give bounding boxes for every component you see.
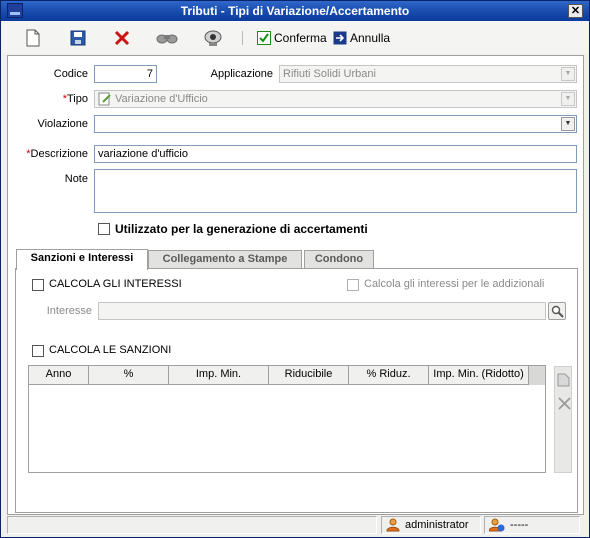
descrizione-field[interactable]: variazione d'ufficio xyxy=(94,145,577,163)
grid-header: Anno % Imp. Min. Riducibile % Riduz. Imp… xyxy=(29,366,545,385)
col-imp-min[interactable]: Imp. Min. xyxy=(169,366,269,385)
user-info-icon xyxy=(489,518,505,532)
applicazione-label: Applicazione xyxy=(210,68,273,80)
descrizione-label: Descrizione xyxy=(30,148,88,160)
applicazione-dropdown-icon: ▼ xyxy=(561,67,575,81)
toolbar-separator xyxy=(242,31,243,45)
violazione-combo[interactable]: ▼ xyxy=(94,115,577,133)
binoculars-icon xyxy=(156,34,178,44)
note-textarea[interactable] xyxy=(94,169,577,213)
camera-button[interactable] xyxy=(203,28,223,48)
interesse-search-button[interactable] xyxy=(548,302,566,320)
accertamenti-checkbox[interactable] xyxy=(98,223,110,235)
descrizione-label-wrap: *Descrizione xyxy=(18,148,88,160)
tab-condono[interactable]: Condono xyxy=(304,250,374,269)
applicazione-value: Rifiuti Solidi Urbani xyxy=(283,68,376,80)
delete-row-icon xyxy=(558,397,571,410)
calcola-sanzioni-checkbox[interactable] xyxy=(32,345,44,357)
violazione-label: Violazione xyxy=(37,118,88,130)
status-info: ----- xyxy=(484,516,580,534)
col-imp-min-ridotto[interactable]: Imp. Min. (Ridotto) xyxy=(429,366,529,385)
tab-sanzioni-interessi[interactable]: Sanzioni e Interessi xyxy=(16,249,148,270)
sanzioni-grid[interactable]: Anno % Imp. Min. Riducibile % Riduz. Imp… xyxy=(28,365,546,473)
col-anno[interactable]: Anno xyxy=(29,366,89,385)
col-riducibile[interactable]: Riducibile xyxy=(269,366,349,385)
status-message xyxy=(7,516,377,534)
new-button[interactable] xyxy=(25,28,41,48)
interesse-label: Interesse xyxy=(46,305,92,317)
applicazione-combo: Rifiuti Solidi Urbani ▼ xyxy=(279,65,577,83)
calcola-sanzioni-label: CALCOLA LE SANZIONI xyxy=(49,344,172,356)
interesse-field xyxy=(98,302,546,320)
window-title: Tributi - Tipi di Variazione/Accertament… xyxy=(180,4,410,18)
delete-x-icon xyxy=(114,30,130,46)
calcola-interessi-label: CALCOLA GLI INTERESSI xyxy=(49,278,182,290)
title-bar[interactable]: Tributi - Tipi di Variazione/Accertament… xyxy=(1,1,589,21)
floppy-disk-icon xyxy=(70,30,86,46)
status-info-text: ----- xyxy=(510,519,529,531)
note-label: Note xyxy=(64,173,88,185)
webcam-icon xyxy=(204,30,222,46)
main-panel: Codice 7 Applicazione Rifiuti Solidi Urb… xyxy=(7,55,584,515)
tipo-label: Tipo xyxy=(67,93,88,105)
annulla-label: Annulla xyxy=(350,31,391,45)
tipo-combo: Variazione d'Ufficio ▼ xyxy=(94,90,577,108)
status-user: administrator xyxy=(381,516,481,534)
tab-collegamento-stampe[interactable]: Collegamento a Stampe xyxy=(148,250,302,269)
status-bar: administrator ----- xyxy=(7,515,584,535)
checkmark-icon xyxy=(257,31,271,45)
close-button[interactable]: ✕ xyxy=(568,4,583,18)
user-icon xyxy=(386,518,400,532)
tipo-label-wrap: *Tipo xyxy=(28,93,88,105)
status-user-name: administrator xyxy=(405,519,469,531)
tipo-dropdown-icon: ▼ xyxy=(561,92,575,106)
grid-side-toolbar xyxy=(554,366,572,473)
calcola-interessi-checkbox[interactable] xyxy=(32,279,44,291)
conferma-button[interactable]: Conferma xyxy=(257,28,327,48)
grid-header-filler xyxy=(529,366,545,385)
arrow-right-icon xyxy=(333,31,347,45)
codice-field[interactable]: 7 xyxy=(94,65,157,83)
edit-document-icon xyxy=(98,92,111,106)
col-percent-riduz[interactable]: % Riduz. xyxy=(349,366,429,385)
delete-button[interactable] xyxy=(114,28,130,48)
tipo-value: Variazione d'Ufficio xyxy=(115,93,208,105)
calcola-addizionali-label: Calcola gli interessi per le addizionali xyxy=(364,278,545,290)
toolbar: Conferma Annulla xyxy=(2,21,588,54)
violazione-dropdown-icon[interactable]: ▼ xyxy=(561,117,575,131)
magnifier-icon xyxy=(551,305,564,318)
dialog-window: Tributi - Tipi di Variazione/Accertament… xyxy=(0,0,590,538)
calcola-addizionali-checkbox xyxy=(347,279,359,291)
search-button[interactable] xyxy=(156,28,178,48)
accertamenti-checkbox-label: Utilizzato per la generazione di accerta… xyxy=(115,222,368,236)
col-percent[interactable]: % xyxy=(89,366,169,385)
new-document-icon xyxy=(26,29,40,47)
annulla-button[interactable]: Annulla xyxy=(333,28,390,48)
add-row-icon xyxy=(557,373,570,387)
save-button[interactable] xyxy=(70,28,86,48)
tab-panel-sanzioni: CALCOLA GLI INTERESSI Calcola gli intere… xyxy=(15,268,578,513)
conferma-label: Conferma xyxy=(274,31,327,45)
codice-label: Codice xyxy=(53,68,88,80)
